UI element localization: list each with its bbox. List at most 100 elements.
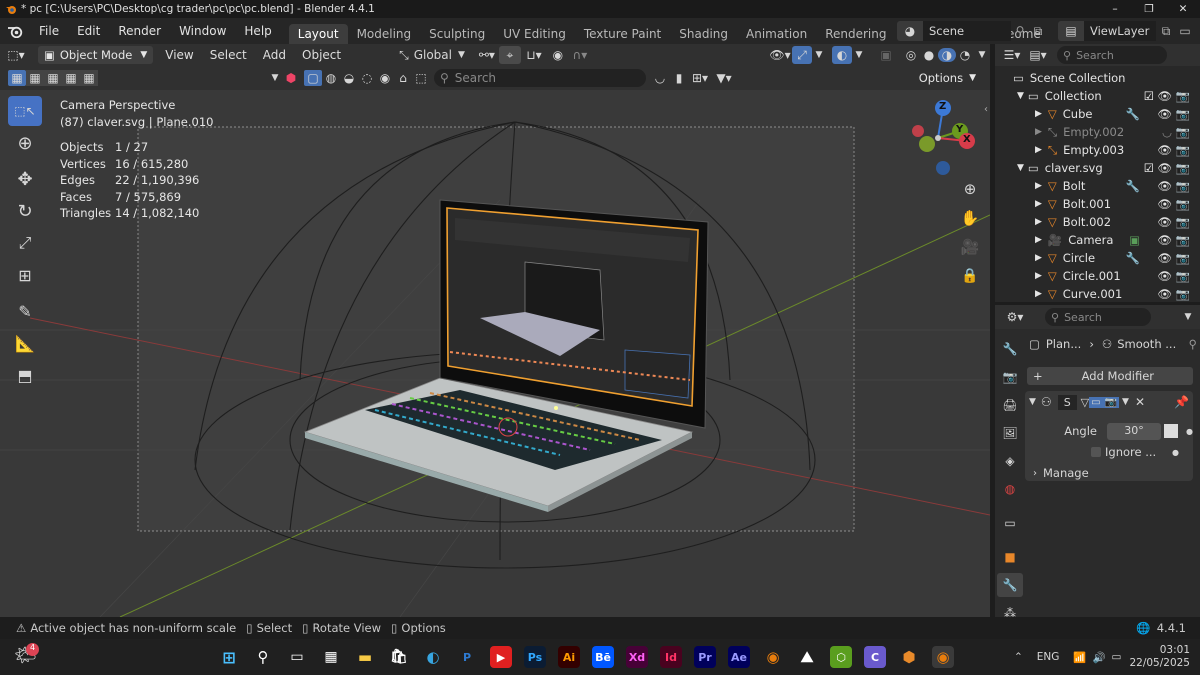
green-app-icon[interactable]: ⬡ xyxy=(830,646,852,668)
camera-icon[interactable]: 📷 xyxy=(1176,269,1190,283)
eye-icon[interactable]: 👁 xyxy=(1157,269,1172,283)
store-icon[interactable]: 🛍 xyxy=(388,646,410,668)
maximize-icon[interactable]: ❐ xyxy=(1132,0,1166,18)
output-tab-icon[interactable]: 🖨 xyxy=(997,393,1023,417)
menu-view[interactable]: View xyxy=(157,48,201,62)
premiere-icon[interactable]: Pr xyxy=(694,646,716,668)
remove-viewlayer-icon[interactable]: ▭ xyxy=(1176,24,1194,38)
scale-tool-icon[interactable]: ⤢ xyxy=(8,228,42,258)
eye-icon[interactable]: 👁 xyxy=(1157,89,1172,103)
filter-surface-icon[interactable]: ◒ xyxy=(340,71,358,85)
wrench-icon[interactable]: 🔧 xyxy=(1126,107,1140,121)
camera-view-icon[interactable]: 🎥 xyxy=(957,234,983,260)
editor-type-icon[interactable]: ⬚▾ xyxy=(0,48,32,62)
settings-app-icon[interactable]: ▦ xyxy=(320,646,342,668)
filter-curve-icon[interactable]: ◍ xyxy=(322,71,340,85)
world-tab-icon[interactable]: ◍ xyxy=(997,477,1023,501)
pin-icon[interactable]: ⚲ xyxy=(1189,337,1197,351)
select-intersect-icon[interactable]: ▦ xyxy=(80,70,98,86)
cortona-app-icon[interactable]: C xyxy=(864,646,886,668)
edge-browser-icon[interactable]: ◐ xyxy=(422,646,444,668)
eye-icon[interactable]: 👁 xyxy=(1157,143,1172,157)
camera-icon[interactable]: 📷 xyxy=(1176,233,1190,247)
bookmark-icon[interactable]: ▮ xyxy=(670,71,688,85)
solid-shading-icon[interactable]: ● xyxy=(920,48,938,62)
weather-widget-icon[interactable]: 🌤 4 xyxy=(14,643,39,669)
chevron-right-icon[interactable]: ▶ xyxy=(1035,235,1042,245)
chevron-right-icon[interactable]: ▶ xyxy=(1035,217,1042,227)
camera-icon[interactable]: 📷 xyxy=(1176,161,1190,175)
filter-mesh-icon[interactable]: ▢ xyxy=(304,70,322,86)
wireframe-shading-icon[interactable]: ◎ xyxy=(902,48,920,62)
color-cube-icon[interactable]: ⬢ xyxy=(282,71,300,85)
chevron-right-icon[interactable]: ▶ xyxy=(1035,199,1042,209)
select-subtract-icon[interactable]: ▦ xyxy=(44,70,62,86)
properties-search[interactable]: ⚲ Search xyxy=(1045,308,1151,326)
eye-icon[interactable]: 👁 xyxy=(1157,197,1172,211)
filter-empty-icon[interactable]: ⬚ xyxy=(412,71,430,85)
chevron-down-icon[interactable]: ▼ xyxy=(1029,397,1036,407)
angle-input[interactable]: 30° xyxy=(1107,422,1161,440)
camera-icon[interactable]: 📷 xyxy=(1176,89,1190,103)
cursor-tool-icon[interactable]: ⊕ xyxy=(8,128,42,158)
start-menu-icon[interactable]: ⊞ xyxy=(218,646,240,668)
pivot-icon[interactable]: ⚯▾ xyxy=(475,48,499,62)
tab-texture-paint[interactable]: Texture Paint xyxy=(575,24,670,44)
filter-light-icon[interactable]: ◉ xyxy=(376,71,394,85)
edit-mode-icon[interactable]: ▽ xyxy=(1081,396,1089,409)
camera-icon[interactable]: 📷 xyxy=(1176,107,1190,121)
sidebar-collapse-icon[interactable]: ‹ xyxy=(984,104,988,115)
ignore-checkbox[interactable] xyxy=(1091,447,1101,457)
xray-icon[interactable]: ▣ xyxy=(876,48,896,62)
blender-app-icon[interactable]: ◉ xyxy=(762,646,784,668)
eye-closed-icon[interactable]: ◡ xyxy=(1162,125,1172,139)
annotate-tool-icon[interactable]: ✎ xyxy=(8,296,42,326)
restrict-icon[interactable]: ◡ xyxy=(650,71,670,85)
close-icon[interactable]: ✕ xyxy=(1166,0,1200,18)
rotate-tool-icon[interactable]: ↻ xyxy=(8,196,42,226)
search-icon[interactable]: ⚲ xyxy=(252,646,274,668)
outliner-scene-collection[interactable]: ▭ Scene Collection xyxy=(995,69,1200,87)
eye-icon[interactable]: 👁 xyxy=(1157,233,1172,247)
outliner-editor-icon[interactable]: ☰▾ xyxy=(999,48,1025,62)
chevron-down-icon[interactable]: ▼ xyxy=(1017,91,1024,101)
close-icon[interactable]: ✕ xyxy=(1135,395,1145,409)
tab-modeling[interactable]: Modeling xyxy=(348,24,421,44)
camera-icon[interactable]: 📷 xyxy=(1176,215,1190,229)
clock[interactable]: 03:01 22/05/2025 xyxy=(1129,644,1190,670)
chevron-up-icon[interactable]: ⌃ xyxy=(1014,651,1023,663)
render-icon[interactable]: 📷 xyxy=(1102,396,1120,408)
illustrator-icon[interactable]: Ai xyxy=(558,646,580,668)
falloff-icon[interactable]: ∩▾ xyxy=(569,48,591,62)
chevron-right-icon[interactable]: ▶ xyxy=(1035,271,1042,281)
viewlayer-name[interactable]: ViewLayer xyxy=(1084,21,1156,41)
view-layer-tab-icon[interactable]: 🖼 xyxy=(997,421,1023,445)
snap-icon[interactable]: ⌖ xyxy=(498,46,521,64)
camera-icon[interactable]: 📷 xyxy=(1176,251,1190,265)
eye-icon[interactable]: 👁 xyxy=(1157,161,1172,175)
outliner-row-empty-003[interactable]: ▶ ⤡ Empty.003 👁 📷 xyxy=(995,141,1200,159)
3d-viewport[interactable]: ⬚↖ ⊕ ✥ ↻ ⤢ ⊞ ✎ 📐 ⬒ Camera Perspective (8… xyxy=(0,90,990,617)
chevron-down-icon[interactable]: ▼ xyxy=(1017,163,1024,173)
scene-tab-icon[interactable]: ◈ xyxy=(997,449,1023,473)
new-scene-icon[interactable]: ⧉ xyxy=(1029,24,1047,39)
photoshop-icon[interactable]: Ps xyxy=(524,646,546,668)
zoom-icon[interactable]: ⊕ xyxy=(957,176,983,202)
outliner-row-claver-svg[interactable]: ▼ ▭ claver.svg ☑ 👁 📷 xyxy=(995,159,1200,177)
properties-editor-icon[interactable]: ⚙▾ xyxy=(999,310,1031,324)
overlay-toggle-icon[interactable]: ◐ xyxy=(832,46,852,64)
add-cube-tool-icon[interactable]: ⬒ xyxy=(8,360,42,390)
select-box-tool-icon[interactable]: ⬚↖ xyxy=(8,96,42,126)
volume-icon[interactable]: 🔊 xyxy=(1092,651,1105,664)
material-shading-icon[interactable]: ◑ xyxy=(938,48,956,62)
chevron-right-icon[interactable]: ▶ xyxy=(1035,253,1042,263)
chevron-down-icon[interactable]: ▼ xyxy=(268,73,282,83)
visibility-icon[interactable]: 👁▾ xyxy=(768,48,792,62)
measure-tool-icon[interactable]: 📐 xyxy=(8,328,42,358)
after-effects-icon[interactable]: Ae xyxy=(728,646,750,668)
pin-icon[interactable]: 📌 xyxy=(1174,395,1189,409)
modifier-name-field[interactable]: S xyxy=(1057,394,1077,410)
orange-app-icon[interactable]: ⬢ xyxy=(898,646,920,668)
viewlayer-icon[interactable]: ▤ xyxy=(1058,21,1084,41)
outliner-row-bolt-001[interactable]: ▶ ▽ Bolt.001 👁 📷 xyxy=(995,195,1200,213)
